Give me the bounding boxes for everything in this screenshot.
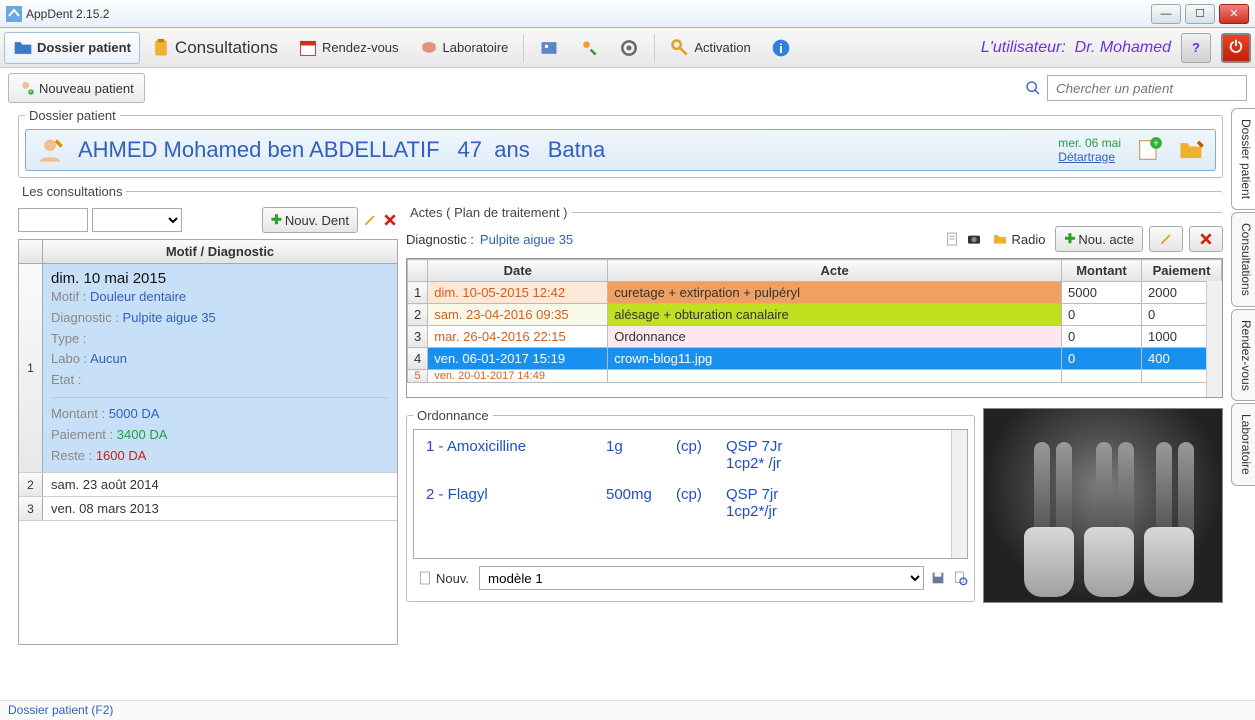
xray-image[interactable]: [983, 408, 1223, 603]
window-close[interactable]: ✕: [1219, 4, 1249, 24]
app-icon: [6, 6, 22, 22]
picture-icon: [539, 38, 559, 58]
person-edit-icon: [579, 38, 599, 58]
delete-icon: [1198, 231, 1214, 247]
help-button[interactable]: ?: [1181, 33, 1211, 63]
tool-settings[interactable]: [610, 32, 648, 64]
consultations-legend: Les consultations: [18, 184, 126, 199]
window-maximize[interactable]: ☐: [1185, 4, 1215, 24]
svg-text:i: i: [779, 41, 783, 56]
new-dent-button[interactable]: ✚Nouv. Dent: [262, 207, 358, 233]
sidetab-rdv[interactable]: Rendez-vous: [1231, 309, 1255, 402]
main-toolbar: Dossier patient Consultations Rendez-vou…: [0, 28, 1255, 68]
nav-dossier-patient[interactable]: Dossier patient: [4, 32, 140, 64]
sidetab-labo[interactable]: Laboratoire: [1231, 403, 1255, 486]
nav-consultations[interactable]: Consultations: [142, 32, 287, 64]
ordonnance-toolbar: Nouv. modèle 1: [413, 559, 968, 591]
save-icon[interactable]: [930, 570, 946, 586]
consult-table: 1 dim. 10 mai 2015 Motif : Douleur denta…: [18, 264, 398, 645]
patient-header: AHMED Mohamed ben ABDELLATIF 47 ans Batn…: [25, 129, 1216, 171]
window-title: AppDent 2.15.2: [6, 6, 1151, 22]
next-appointment: mer. 06 mai Détartrage: [1058, 136, 1121, 164]
acte-row-selected[interactable]: 4ven. 06-01-2017 15:19crown-blog11.jpg04…: [408, 348, 1222, 370]
consult-num-input[interactable]: [18, 208, 88, 232]
scrollbar[interactable]: [951, 430, 967, 558]
folder-search-icon: [992, 231, 1008, 247]
svg-text:+: +: [1153, 138, 1159, 150]
sub-toolbar: + Nouveau patient: [0, 68, 1255, 108]
note-icon[interactable]: [944, 231, 960, 247]
tool-image[interactable]: [530, 32, 568, 64]
power-button[interactable]: ⏻: [1221, 33, 1251, 63]
key-icon: [670, 38, 690, 58]
side-tabs: Dossier patient Consultations Rendez-vou…: [1231, 108, 1255, 700]
print-preview-icon[interactable]: [952, 570, 968, 586]
diagnostic-line: Diagnostic : Pulpite aigue 35 Radio ✚Nou…: [406, 224, 1223, 258]
delete-acte-button[interactable]: [1189, 226, 1223, 252]
folder-yellow-icon[interactable]: [1177, 136, 1205, 164]
sidetab-dossier[interactable]: Dossier patient: [1231, 108, 1255, 210]
note-icon: [417, 570, 433, 586]
info-icon: i: [771, 38, 791, 58]
new-patient-button[interactable]: + Nouveau patient: [8, 73, 145, 103]
patient-avatar-icon: [36, 136, 64, 164]
edit-acte-button[interactable]: [1149, 226, 1183, 252]
calendar-icon: [298, 38, 318, 58]
window-titlebar: AppDent 2.15.2 — ☐ ✕: [0, 0, 1255, 28]
note-add-icon[interactable]: +: [1135, 136, 1163, 164]
sidetab-consult[interactable]: Consultations: [1231, 212, 1255, 307]
ordonnance-text: 1 - Amoxicilline1g(cp)QSP 7Jr 1cp2* /jr …: [413, 429, 968, 559]
scrollbar[interactable]: [1206, 281, 1222, 397]
consult-row[interactable]: 2 sam. 23 août 2014: [19, 473, 397, 497]
patient-city: Batna: [548, 137, 606, 163]
nav-rendezvous[interactable]: Rendez-vous: [289, 32, 408, 64]
actes-fieldset: Actes ( Plan de traitement ) Diagnostic …: [406, 205, 1223, 398]
new-acte-button[interactable]: ✚Nou. acte: [1055, 226, 1143, 252]
folder-icon: [13, 38, 33, 58]
current-user: L'utilisateur: Dr. Mohamed: [981, 39, 1179, 57]
dentures-icon: [419, 38, 439, 58]
svg-text:+: +: [29, 89, 33, 96]
pencil-icon: [1158, 231, 1174, 247]
ordonnance-fieldset: Ordonnance 1 - Amoxicilline1g(cp)QSP 7Jr…: [406, 408, 975, 602]
person-add-icon: +: [19, 80, 35, 96]
status-bar: Dossier patient (F2): [0, 700, 1255, 720]
patient-name-row: AHMED Mohamed ben ABDELLATIF 47 ans Batn…: [78, 137, 1044, 163]
next-appt-link[interactable]: Détartrage: [1058, 150, 1115, 164]
dossier-legend: Dossier patient: [25, 108, 120, 123]
acte-row[interactable]: 2sam. 23-04-2016 09:35alésage + obturati…: [408, 304, 1222, 326]
pencil-icon[interactable]: [362, 212, 378, 228]
acte-row[interactable]: 1dim. 10-05-2015 12:42curetage + extirpa…: [408, 282, 1222, 304]
acte-row[interactable]: 3mar. 26-04-2016 22:15Ordonnance01000: [408, 326, 1222, 348]
nav-activation[interactable]: Activation: [661, 32, 759, 64]
delete-icon[interactable]: [382, 212, 398, 228]
ordonnance-legend: Ordonnance: [413, 408, 493, 423]
actes-table: Date Acte Montant Paiement 1dim. 10-05-2…: [406, 258, 1223, 398]
consult-row[interactable]: 1 dim. 10 mai 2015 Motif : Douleur denta…: [19, 264, 397, 473]
search-icon[interactable]: [1025, 80, 1041, 96]
nav-help[interactable]: i: [762, 32, 800, 64]
patient-name: AHMED Mohamed ben ABDELLATIF: [78, 137, 440, 163]
consult-header-row: Motif / Diagnostic: [18, 239, 398, 264]
consultations-fieldset: Les consultations ✚Nouv. Dent: [18, 184, 1223, 645]
actes-header: Date Acte Montant Paiement: [408, 260, 1222, 282]
tool-edit-person[interactable]: [570, 32, 608, 64]
acte-row[interactable]: 5ven. 20-01-2017 14:49: [408, 370, 1222, 383]
nav-laboratoire[interactable]: Laboratoire: [410, 32, 518, 64]
window-minimize[interactable]: —: [1151, 4, 1181, 24]
ord-model-select[interactable]: modèle 1: [479, 566, 924, 590]
ord-new-button[interactable]: Nouv.: [413, 565, 473, 591]
consult-date: dim. 10 mai 2015: [51, 270, 389, 287]
camera-icon[interactable]: [966, 231, 982, 247]
consult-mini-toolbar: ✚Nouv. Dent: [18, 205, 398, 239]
search-patient-input[interactable]: [1047, 75, 1247, 101]
consult-select[interactable]: [92, 208, 182, 232]
radio-button[interactable]: Radio: [988, 226, 1049, 252]
consult-row[interactable]: 3 ven. 08 mars 2013: [19, 497, 397, 521]
clipboard-icon: [151, 38, 171, 58]
dossier-fieldset: Dossier patient AHMED Mohamed ben ABDELL…: [18, 108, 1223, 178]
actes-legend: Actes ( Plan de traitement ): [406, 205, 572, 220]
gear-icon: [619, 38, 639, 58]
